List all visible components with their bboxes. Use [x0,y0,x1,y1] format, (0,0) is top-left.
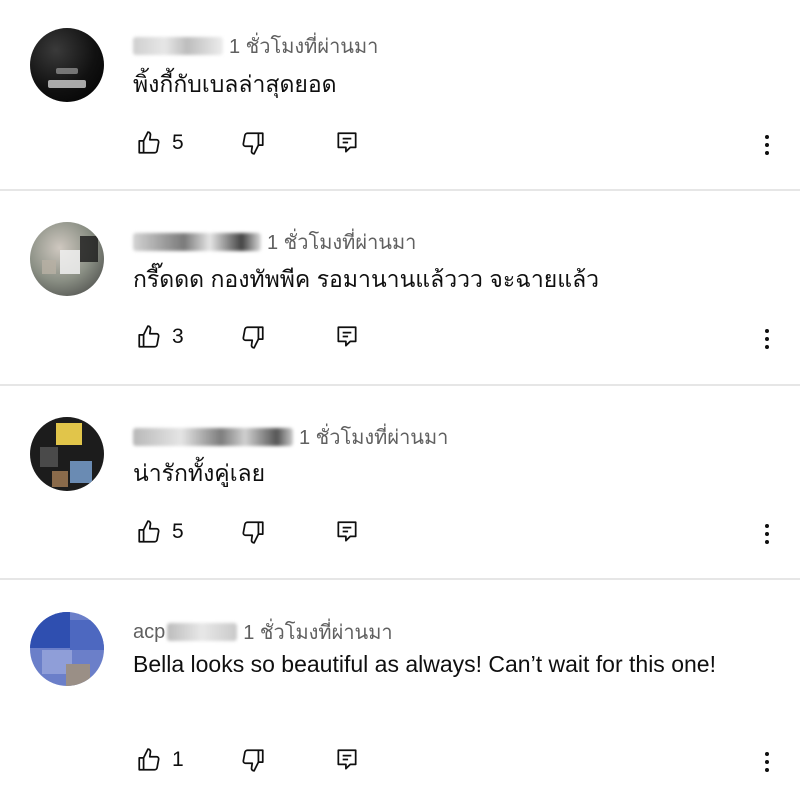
more-vertical-icon [765,329,769,333]
author-name[interactable]: acp [133,620,238,644]
thumbs-up-icon [138,748,160,771]
thumbs-down-icon [242,749,264,772]
avatar[interactable] [30,612,104,686]
reply-button[interactable] [334,130,360,156]
dislike-button[interactable] [240,519,266,545]
more-options-button[interactable] [758,747,776,777]
comment-meta: 1 ชั่วโมงที่ผ่านมา [133,226,416,258]
dislike-button[interactable] [240,324,266,350]
comment-item: acp 1 ชั่วโมงที่ผ่านมา Bella looks so be… [0,579,800,798]
comment-meta: 1 ชั่วโมงที่ผ่านมา [133,30,378,62]
comment-item: 1 ชั่วโมงที่ผ่านมา พิ้งกี้กับเบลล่าสุดยอ… [0,0,800,190]
more-options-button[interactable] [758,324,776,354]
like-button[interactable]: 5 [136,519,184,545]
more-vertical-icon [765,524,769,528]
more-options-button[interactable] [758,519,776,549]
more-options-button[interactable] [758,130,776,160]
thumbs-down-icon [242,132,264,155]
comment-time: 1 ชั่วโมงที่ผ่านมา [267,232,417,254]
reply-button[interactable] [334,519,360,545]
comment-meta: 1 ชั่วโมงที่ผ่านมา [133,421,448,453]
comment-text: พิ้งกี้กับเบลล่าสุดยอด [133,71,337,97]
avatar[interactable] [30,28,104,102]
dislike-button[interactable] [240,130,266,156]
like-count: 5 [172,520,184,543]
thumbs-up-icon [138,520,160,543]
author-name[interactable] [133,233,261,251]
thumbs-down-icon [242,326,264,349]
reply-icon [337,521,357,542]
like-button[interactable]: 3 [136,324,184,350]
reply-icon [337,132,357,153]
thumbs-up-icon [138,131,160,154]
reply-icon [337,326,357,347]
more-vertical-icon [765,135,769,139]
comment-time: 1 ชั่วโมงที่ผ่านมา [299,427,449,449]
thumbs-up-icon [138,325,160,348]
reply-button[interactable] [334,747,360,773]
comment-text: น่ารักทั้งคู่เลย [133,460,266,486]
comment-text: Bella looks so beautiful as always! Can’… [133,651,716,677]
like-count: 3 [172,325,184,348]
reply-button[interactable] [334,324,360,350]
like-button[interactable]: 5 [136,130,184,156]
avatar[interactable] [30,417,104,491]
avatar[interactable] [30,222,104,296]
author-name[interactable] [133,37,223,55]
comment-text: กรี๊ดดด กองทัพพีค รอมานานแล้ววว จะฉายแล้… [133,266,600,292]
comment-item: 1 ชั่วโมงที่ผ่านมา น่ารักทั้งคู่เลย 5 [0,385,800,578]
comment-time: 1 ชั่วโมงที่ผ่านมา [243,622,393,644]
like-count: 5 [172,131,184,154]
author-name-text: acp [133,620,166,643]
more-vertical-icon [765,752,769,756]
thumbs-down-icon [242,521,264,544]
comment-meta: acp 1 ชั่วโมงที่ผ่านมา [133,616,393,648]
comment-item: 1 ชั่วโมงที่ผ่านมา กรี๊ดดด กองทัพพีค รอม… [0,190,800,384]
like-count: 1 [172,748,184,771]
like-button[interactable]: 1 [136,747,184,773]
author-name[interactable] [133,428,293,446]
comment-time: 1 ชั่วโมงที่ผ่านมา [229,36,379,58]
reply-icon [337,749,357,770]
dislike-button[interactable] [240,747,266,773]
